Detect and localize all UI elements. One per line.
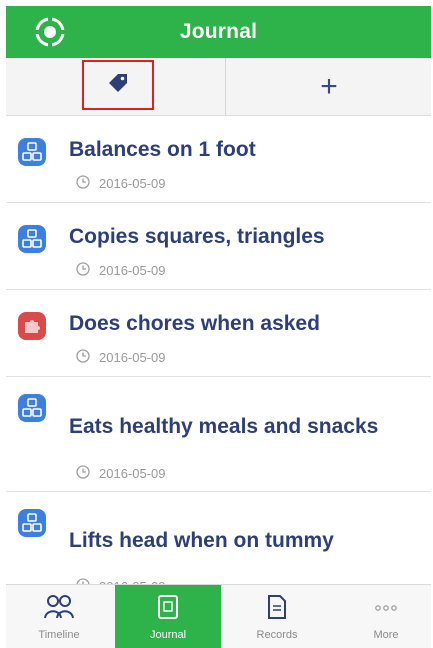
entry-title: Copies squares, triangles <box>69 225 325 248</box>
tab-journal[interactable]: Journal <box>115 585 221 648</box>
list-item[interactable]: Eats healthy meals and snacks 2016-05-09 <box>6 377 431 492</box>
entry-date: 2016-05-09 <box>76 262 166 279</box>
bottom-tab-bar: Timeline Journal Records More <box>6 584 431 648</box>
entry-title: Does chores when asked <box>69 312 320 335</box>
clock-icon <box>76 262 90 279</box>
tab-more[interactable]: More <box>333 585 433 648</box>
blocks-icon <box>18 509 46 537</box>
journal-icon <box>115 594 221 620</box>
tag-filter-button[interactable] <box>82 60 154 110</box>
tab-label: Records <box>256 629 298 641</box>
app-header: Journal <box>6 6 431 58</box>
tab-label: Journal <box>149 629 187 641</box>
list-item[interactable]: Lifts head when on tummy 2016-05-09 <box>6 492 431 584</box>
journal-toolbar: + <box>6 58 431 116</box>
entry-date: 2016-05-09 <box>76 465 166 482</box>
people-icon <box>6 594 112 620</box>
tag-icon <box>106 71 130 100</box>
list-item[interactable]: Does chores when asked 2016-05-09 <box>6 290 431 377</box>
page-title: Journal <box>179 20 258 43</box>
document-icon <box>224 594 330 620</box>
toolbar-divider <box>225 58 226 115</box>
add-entry-button[interactable]: + <box>306 64 352 110</box>
blocks-icon <box>18 138 46 166</box>
plus-icon: + <box>320 70 338 103</box>
blocks-icon <box>18 225 46 253</box>
entry-date: 2016-05-09 <box>76 175 166 192</box>
clock-icon <box>76 349 90 366</box>
clock-icon <box>76 465 90 482</box>
list-item[interactable]: Copies squares, triangles 2016-05-09 <box>6 203 431 290</box>
list-item[interactable]: Balances on 1 foot 2016-05-09 <box>6 116 431 203</box>
blocks-icon <box>18 394 46 422</box>
tab-label: Timeline <box>38 629 80 641</box>
tab-label: More <box>373 629 399 641</box>
entry-date: 2016-05-09 <box>76 349 166 366</box>
entry-title: Eats healthy meals and snacks <box>69 415 379 438</box>
journal-list: Balances on 1 foot 2016-05-09 Copies squ… <box>6 116 431 584</box>
tab-records[interactable]: Records <box>224 585 330 648</box>
entry-title: Balances on 1 foot <box>69 138 256 161</box>
tab-timeline[interactable]: Timeline <box>6 585 112 648</box>
more-icon <box>333 594 433 620</box>
puzzle-icon <box>18 312 46 340</box>
entry-title: Lifts head when on tummy <box>69 529 334 552</box>
clock-icon <box>76 175 90 192</box>
